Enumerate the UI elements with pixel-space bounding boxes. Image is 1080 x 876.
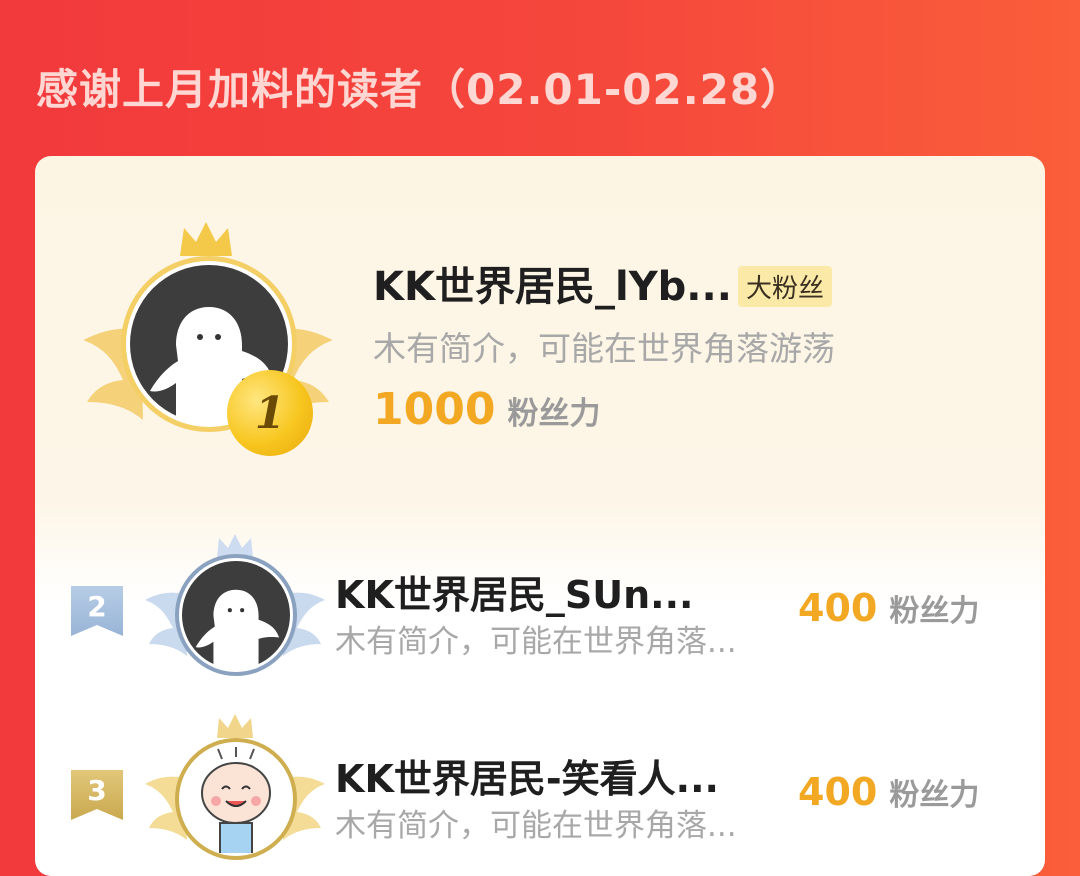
fan-power-score: 400 粉丝力 [798, 770, 979, 814]
smiley-cartoon-avatar-icon [182, 745, 290, 853]
avatar[interactable] [175, 554, 297, 676]
reader-entry-rank-3[interactable]: 3 KK世界居民-笑看人... 木有简介，可能在世界角落... 400 粉丝力 [35, 708, 1045, 876]
fan-power-score: 400 粉丝力 [798, 586, 979, 630]
page-title: 感谢上月加料的读者（02.01-02.28） [36, 65, 804, 114]
score-unit: 粉丝力 [889, 594, 980, 629]
reader-entry-rank-2[interactable]: 2 KK世界居民_SUn... 木有简介，可能在世界角落... 400 粉丝力 [35, 524, 1045, 694]
score-value: 1000 [373, 384, 496, 435]
score-unit: 粉丝力 [507, 396, 601, 432]
reader-bio: 木有简介，可能在世界角落... [335, 624, 737, 660]
score-unit: 粉丝力 [889, 778, 980, 813]
crown-icon [180, 222, 232, 256]
rank-1-medal: 1 [227, 370, 313, 456]
avatar[interactable] [175, 738, 297, 860]
score-value: 400 [798, 770, 878, 814]
fan-level-badge: 大粉丝 [738, 266, 833, 307]
score-value: 400 [798, 586, 878, 630]
reader-name[interactable]: KK世界居民_SUn... [335, 564, 693, 619]
top-avatar-frame: 1 [83, 220, 333, 456]
reader-bio: 木有简介，可能在世界角落游荡 [373, 329, 835, 368]
rank-ribbon: 2 [71, 586, 123, 636]
reader-name[interactable]: KK世界居民-笑看人... [335, 748, 719, 803]
fan-power-score: 1000 粉丝力 [373, 384, 600, 435]
crown-icon [217, 714, 253, 738]
reader-name[interactable]: KK世界居民_lYb... [373, 254, 732, 312]
rank-ribbon: 3 [71, 770, 123, 820]
default-ghost-avatar-icon [182, 561, 290, 669]
reader-bio: 木有简介，可能在世界角落... [335, 808, 737, 844]
reader-ranking-card: 1 KK世界居民_lYb... 大粉丝 木有简介，可能在世界角落游荡 1000 … [35, 156, 1045, 876]
